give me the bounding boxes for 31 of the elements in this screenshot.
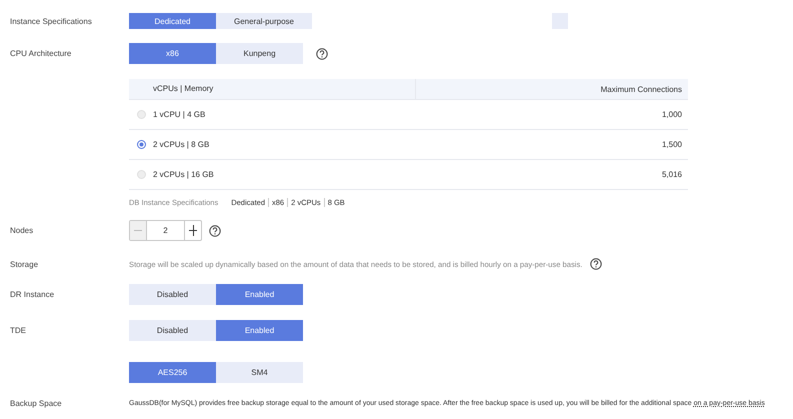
table-cell-text: 2 vCPUs | 16 GB: [153, 170, 215, 179]
number-field[interactable]: 2: [146, 221, 185, 240]
help-icon[interactable]: [209, 224, 221, 236]
segment-button[interactable]: Kunpeng: [216, 43, 303, 64]
radio-button[interactable]: [137, 140, 146, 149]
segment-button[interactable]: Enabled: [216, 284, 303, 305]
segment-button[interactable]: Dedicated: [129, 13, 216, 29]
table-cell-text: 1 vCPU | 4 GB: [153, 110, 206, 119]
segment-button[interactable]: AES256: [129, 362, 216, 383]
table-cell-text: 1,500: [660, 140, 683, 149]
segment-button[interactable]: General-purpose: [216, 13, 312, 29]
field-label: CPU Architecture: [10, 49, 72, 58]
field-label: TDE: [10, 326, 26, 335]
field-label: DR Instance: [10, 290, 54, 299]
table-cell-text: 2 vCPUs | 8 GB: [153, 140, 210, 149]
help-icon[interactable]: [590, 258, 602, 270]
table-cell-text: 1,000: [660, 110, 683, 119]
segment-button[interactable]: Disabled: [129, 284, 216, 305]
segment-button[interactable]: Enabled: [216, 320, 303, 341]
number-stepper[interactable]: 2: [129, 220, 202, 241]
column-header: vCPUs | Memory: [129, 79, 416, 99]
segment-button[interactable]: Disabled: [129, 320, 216, 341]
field-label: Backup Space: [10, 399, 62, 408]
help-icon[interactable]: [316, 48, 328, 60]
field-label: Storage: [10, 260, 38, 268]
field-label: Nodes: [10, 226, 34, 235]
table-cell-text: 5,016: [660, 170, 683, 179]
segment-button[interactable]: x86: [129, 43, 216, 64]
segment-button[interactable]: SM4: [216, 362, 303, 383]
column-header: Maximum Connections: [600, 84, 683, 94]
field-label: Instance Specifications: [10, 16, 92, 26]
